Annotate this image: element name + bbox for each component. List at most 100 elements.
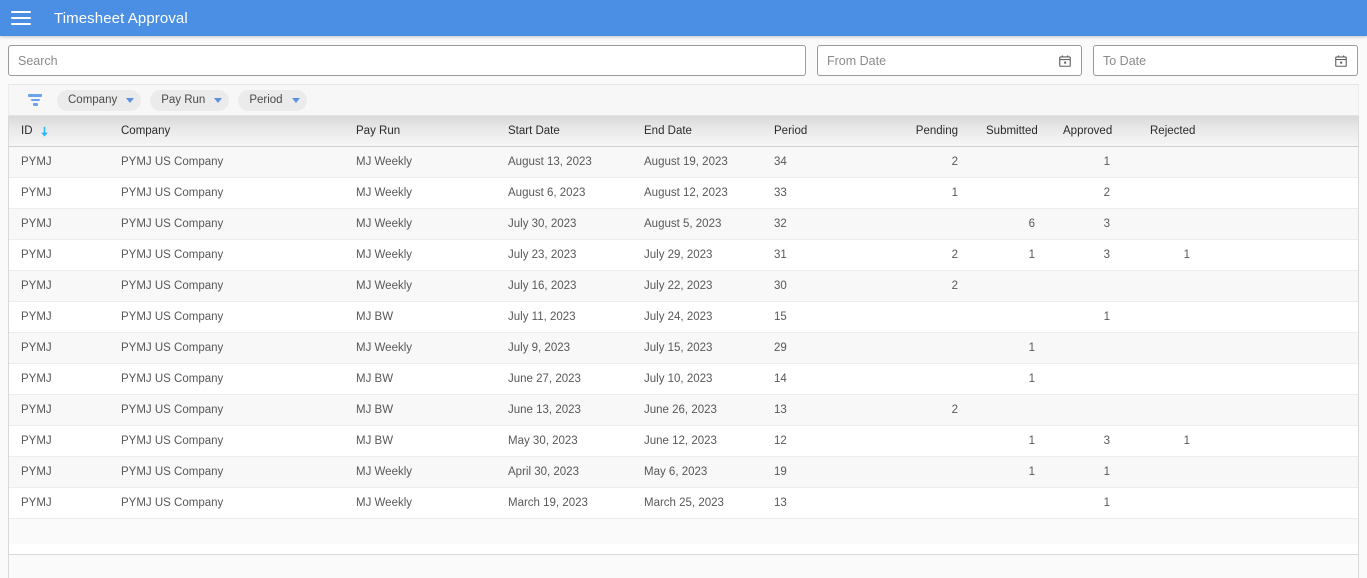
cell-company: PYMJ US Company [109,146,344,178]
column-header-rejected[interactable]: Rejected [1138,116,1358,147]
cell-id: PYMJ [9,425,109,457]
cell-end_date: July 29, 2023 [632,239,762,271]
calendar-icon[interactable] [1058,54,1072,68]
cell-period: 13 [762,487,866,519]
cell-id: PYMJ [9,239,109,271]
cell-company: PYMJ US Company [109,270,344,302]
cell-end_date: May 6, 2023 [632,456,762,488]
cell-company: PYMJ US Company [109,332,344,364]
arrow-down-icon [40,127,48,137]
cell-period: 30 [762,270,866,302]
column-header-company[interactable]: Company [109,116,344,147]
table-row[interactable]: PYMJ PYMJ US Company MJ Weekly August 6, 20… [9,177,1358,209]
cell-period: 34 [762,146,866,178]
cell-pay_run: MJ Weekly [344,270,496,302]
cell-start_date: June 27, 2023 [496,363,632,395]
table-row[interactable]: PYMJ PYMJ US Company MJ Weekly April 30, 20… [9,456,1358,488]
cell-submitted [986,270,1063,302]
app-header: Timesheet Approval [0,0,1367,36]
cell-period: 29 [762,332,866,364]
cell-submitted: 1 [986,239,1063,271]
from-date-input[interactable] [827,53,1052,68]
cell-pending [866,425,986,457]
filter-chip-pay-run-label: Pay Run [161,94,206,106]
filter-list-icon[interactable] [26,91,44,109]
cell-pay_run: MJ BW [344,394,496,426]
cell-pay_run: MJ BW [344,301,496,333]
cell-start_date: July 9, 2023 [496,332,632,364]
cell-pay_run: MJ BW [344,363,496,395]
column-header-pay-run[interactable]: Pay Run [344,116,496,147]
hamburger-menu-icon[interactable] [10,7,32,29]
cell-pay_run: MJ Weekly [344,208,496,240]
column-header-company-label: Company [121,124,171,137]
cell-rejected [1138,270,1358,302]
cell-approved: 1 [1063,146,1138,178]
column-header-submitted-label: Submitted [986,124,1038,137]
cell-pay_run: MJ Weekly [344,456,496,488]
to-date-field-wrapper[interactable] [1093,45,1358,76]
cell-id: PYMJ [9,146,109,178]
cell-rejected [1138,456,1358,488]
cell-company: PYMJ US Company [109,456,344,488]
filter-chip-company-label: Company [68,94,118,106]
column-header-id[interactable]: ID [9,116,109,147]
cell-end_date: August 19, 2023 [632,146,762,178]
column-header-period-label: Period [774,124,808,137]
table-header-row: ID Company Pay Run Start Date End Date P… [9,116,1358,147]
table-row[interactable]: PYMJ PYMJ US Company MJ Weekly July 23, 202… [9,239,1358,271]
cell-period: 19 [762,456,866,488]
cell-pay_run: MJ Weekly [344,332,496,364]
cell-pending: 1 [866,177,986,209]
cell-rejected [1138,394,1358,426]
cell-period: 31 [762,239,866,271]
cell-rejected [1138,301,1358,333]
cell-id: PYMJ [9,332,109,364]
cell-pending [866,487,986,519]
table-header: ID Company Pay Run Start Date End Date P… [9,116,1358,147]
search-field-wrapper[interactable] [8,45,806,76]
table-row[interactable]: PYMJ PYMJ US Company MJ Weekly July 9, 2023… [9,332,1358,364]
cell-rejected [1138,487,1358,519]
cell-id: PYMJ [9,363,109,395]
cell-end_date: July 10, 2023 [632,363,762,395]
column-header-submitted[interactable]: Submitted [986,116,1063,147]
cell-submitted: 1 [986,363,1063,395]
cell-pending [866,363,986,395]
search-input[interactable] [18,53,796,68]
cell-approved: 1 [1063,456,1138,488]
from-date-field-wrapper[interactable] [817,45,1082,76]
column-header-end-date[interactable]: End Date [632,116,762,147]
filter-chip-period[interactable]: Period [238,89,307,111]
table-row[interactable]: PYMJ PYMJ US Company MJ BW June 27, 2023 Jul… [9,363,1358,395]
cell-submitted [986,177,1063,209]
cell-company: PYMJ US Company [109,239,344,271]
column-header-pay-run-label: Pay Run [356,124,401,137]
column-header-period[interactable]: Period [762,116,866,147]
table-row[interactable]: PYMJ PYMJ US Company MJ Weekly July 16, 202… [9,270,1358,302]
cell-approved: 3 [1063,425,1138,457]
to-date-input[interactable] [1103,53,1328,68]
table-row[interactable]: PYMJ PYMJ US Company MJ Weekly August 13, 2… [9,146,1358,178]
table-row[interactable]: PYMJ PYMJ US Company MJ BW June 13, 2023 Jun… [9,394,1358,426]
cell-pending [866,456,986,488]
column-header-approved[interactable]: Approved [1063,116,1138,147]
cell-rejected [1138,332,1358,364]
cell-rejected [1138,177,1358,209]
table-row[interactable]: PYMJ PYMJ US Company MJ Weekly March 19, 20… [9,487,1358,519]
cell-id: PYMJ [9,208,109,240]
cell-end_date: June 26, 2023 [632,394,762,426]
cell-submitted [986,301,1063,333]
table-row[interactable]: PYMJ PYMJ US Company MJ BW July 11, 2023 Jul… [9,301,1358,333]
column-header-start-date[interactable]: Start Date [496,116,632,147]
cell-company: PYMJ US Company [109,177,344,209]
column-header-pending[interactable]: Pending [866,116,986,147]
table-row[interactable]: PYMJ PYMJ US Company MJ BW May 30, 2023 June… [9,425,1358,457]
cell-end_date: July 15, 2023 [632,332,762,364]
calendar-icon[interactable] [1334,54,1348,68]
filter-chip-company[interactable]: Company [57,89,142,111]
filter-chip-pay-run[interactable]: Pay Run [150,89,230,111]
cell-end_date: July 22, 2023 [632,270,762,302]
table-row[interactable]: PYMJ PYMJ US Company MJ Weekly July 30, 202… [9,208,1358,240]
cell-approved: 3 [1063,208,1138,240]
